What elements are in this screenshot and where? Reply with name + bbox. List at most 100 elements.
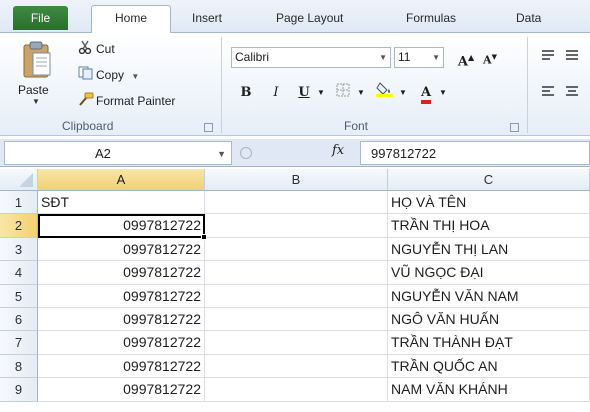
cell-a1[interactable]: SĐT xyxy=(38,191,205,215)
cell-b4[interactable] xyxy=(205,261,388,285)
align-middle-icon xyxy=(565,49,579,64)
group-divider xyxy=(221,37,222,133)
paintbrush-icon xyxy=(78,92,96,112)
row-header[interactable]: 8 xyxy=(0,354,38,379)
font-color-icon: A xyxy=(420,86,432,104)
align-center-icon xyxy=(565,85,579,100)
align-top-icon xyxy=(541,49,555,64)
cell-c7[interactable]: TRẦN THÀNH ĐẠT xyxy=(388,331,590,355)
align-top-button[interactable] xyxy=(538,45,558,69)
row-header[interactable]: 7 xyxy=(0,331,38,355)
font-size-select[interactable]: 11 ▼ xyxy=(394,47,444,68)
paste-button[interactable]: Paste ▼ xyxy=(14,39,60,106)
font-name-value: Calibri xyxy=(235,50,270,64)
cell-b9[interactable] xyxy=(205,378,388,402)
chevron-down-icon[interactable]: ▼ xyxy=(379,53,387,62)
borders-icon xyxy=(336,83,350,100)
format-painter-button[interactable]: Format Painter xyxy=(78,91,175,111)
cell-c3[interactable]: NGUYỄN THỊ LAN xyxy=(388,237,590,262)
select-all-icon xyxy=(19,173,33,187)
font-color-button[interactable]: A xyxy=(414,81,438,105)
cell-c6[interactable]: NGÔ VĂN HUẤN xyxy=(388,308,590,332)
clipboard-dialog-launcher-icon[interactable] xyxy=(204,123,213,132)
cell-c4[interactable]: VŨ NGỌC ĐẠI xyxy=(388,261,590,285)
cell-a5[interactable]: 0997812722 xyxy=(38,284,205,308)
formula-value: 997812722 xyxy=(371,146,437,161)
paint-bucket-icon xyxy=(376,82,394,100)
chevron-down-icon[interactable]: ▼ xyxy=(432,53,440,62)
cell-b2[interactable] xyxy=(205,214,388,238)
chevron-down-icon[interactable]: ▼ xyxy=(131,72,139,81)
worksheet-grid: A B C 1 SĐT HỌ VÀ TÊN 2 0997812722 TRẦN THỊ H… xyxy=(0,169,590,412)
shrink-font-icon: A xyxy=(483,53,492,67)
ribbon-home: Paste ▼ Cut Copy ▼ Format Painter Clipbo… xyxy=(0,32,590,136)
shrink-font-button[interactable]: A▼ xyxy=(480,45,500,69)
column-header-b[interactable]: B xyxy=(205,169,388,191)
row-header[interactable]: 3 xyxy=(0,237,38,262)
align-center-button[interactable] xyxy=(562,81,582,105)
fill-color-button[interactable] xyxy=(372,81,398,105)
tab-data[interactable]: Data xyxy=(516,8,541,30)
cell-a2[interactable]: 0997812722 xyxy=(38,214,205,238)
tab-home[interactable]: Home xyxy=(91,5,171,33)
chevron-down-icon[interactable]: ▼ xyxy=(32,97,40,106)
scissors-icon xyxy=(78,40,96,60)
italic-button[interactable]: I xyxy=(266,81,286,105)
align-middle-button[interactable] xyxy=(562,45,582,69)
row-header[interactable]: 6 xyxy=(0,308,38,332)
formula-bar: A2 ▼ fx 997812722 xyxy=(0,139,590,167)
formula-input[interactable]: 997812722 xyxy=(360,141,590,165)
chevron-down-icon[interactable]: ▼ xyxy=(398,81,408,105)
cell-c8[interactable]: TRẦN QUỐC AN xyxy=(388,354,590,379)
row-header[interactable]: 4 xyxy=(0,261,38,285)
cell-a6[interactable]: 0997812722 xyxy=(38,308,205,332)
cell-c1[interactable]: HỌ VÀ TÊN xyxy=(388,191,590,215)
cell-b5[interactable] xyxy=(205,284,388,308)
chevron-down-icon[interactable]: ▼ xyxy=(438,81,448,105)
row-header[interactable]: 5 xyxy=(0,284,38,308)
cut-button[interactable]: Cut xyxy=(78,39,115,59)
cell-a7[interactable]: 0997812722 xyxy=(38,331,205,355)
row-header[interactable]: 9 xyxy=(0,378,38,402)
cell-c5[interactable]: NGUYỄN VĂN NAM xyxy=(388,284,590,308)
borders-button[interactable] xyxy=(332,81,354,105)
cell-b6[interactable] xyxy=(205,308,388,332)
expand-circle-icon[interactable] xyxy=(240,147,252,159)
name-box[interactable]: A2 ▼ xyxy=(4,141,232,165)
select-all-corner[interactable] xyxy=(0,169,38,191)
font-name-select[interactable]: Calibri ▼ xyxy=(231,47,391,68)
cell-a4[interactable]: 0997812722 xyxy=(38,261,205,285)
tab-file[interactable]: File xyxy=(13,6,68,30)
cell-c9[interactable]: NAM VĂN KHÁNH xyxy=(388,378,590,402)
cell-a8[interactable]: 0997812722 xyxy=(38,354,205,379)
tab-page-layout[interactable]: Page Layout xyxy=(276,8,343,30)
cell-b1[interactable] xyxy=(205,191,388,215)
column-header-a[interactable]: A xyxy=(38,169,205,191)
cell-b8[interactable] xyxy=(205,354,388,379)
cell-a9[interactable]: 0997812722 xyxy=(38,378,205,402)
copy-button[interactable]: Copy ▼ xyxy=(78,65,139,85)
cell-b3[interactable] xyxy=(205,237,388,262)
insert-function-button[interactable]: fx xyxy=(332,143,344,158)
bold-button[interactable]: B xyxy=(236,81,256,105)
tab-formulas[interactable]: Formulas xyxy=(406,8,456,30)
cell-a3[interactable]: 0997812722 xyxy=(38,237,205,262)
row-header[interactable]: 2 xyxy=(0,214,38,238)
copy-icon xyxy=(78,66,96,86)
cell-b7[interactable] xyxy=(205,331,388,355)
align-left-button[interactable] xyxy=(538,81,558,105)
clipboard-group-label: Clipboard xyxy=(62,119,114,133)
name-box-value: A2 xyxy=(95,146,111,161)
cell-c2[interactable]: TRẦN THỊ HOA xyxy=(388,214,590,238)
copy-label: Copy xyxy=(96,68,125,82)
underline-button[interactable]: U xyxy=(294,81,314,105)
grow-font-button[interactable]: A▲ xyxy=(456,45,476,69)
fill-handle[interactable] xyxy=(201,233,207,240)
chevron-down-icon[interactable]: ▼ xyxy=(316,81,326,105)
chevron-down-icon[interactable]: ▼ xyxy=(217,149,226,159)
row-header[interactable]: 1 xyxy=(0,191,38,215)
font-dialog-launcher-icon[interactable] xyxy=(510,123,519,132)
column-header-c[interactable]: C xyxy=(388,169,590,191)
chevron-down-icon[interactable]: ▼ xyxy=(356,81,366,105)
tab-insert[interactable]: Insert xyxy=(192,8,222,30)
